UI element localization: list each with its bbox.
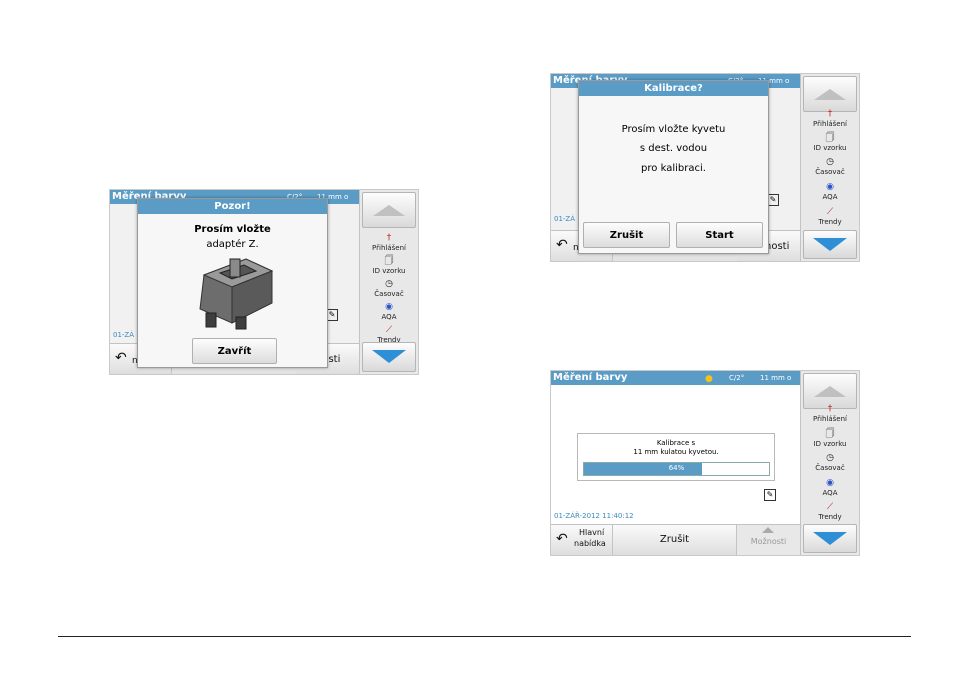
person-icon: † (827, 404, 833, 414)
page-footer-rule (58, 636, 911, 637)
sidebar-label: AQA (822, 193, 838, 201)
progress-bar: 64% (583, 462, 770, 476)
undo-arrow-icon: ↶ (115, 350, 127, 366)
calibration-dialog: Kalibrace? Prosím vložte kyvetu s dest. … (578, 80, 769, 254)
screen-adapter-prompt: Měření barvy C/2° 11 mm o 01-ZÁ ✎ ↶ n no… (109, 189, 419, 375)
close-button[interactable]: Zavřít (192, 338, 277, 364)
up-arrow-icon (814, 89, 846, 100)
sidebar-label: ID vzorku (813, 440, 847, 448)
sidebar-label: Přihlášení (813, 415, 847, 423)
sidebar-item-aqa[interactable]: ◉ AQA (803, 180, 857, 205)
dialog-message-line1: Prosím vložte (194, 224, 271, 235)
sidebar: † Přihlášení 🗍 ID vzorku ◷ Časovač ◉ AQA ⟋ Tr… (359, 190, 418, 374)
progress-box: Kalibrace s 11 mm kulatou kyvetou. 64% (577, 433, 775, 481)
cancel-button[interactable]: Zrušit (613, 525, 737, 555)
cancel-label: Zrušit (659, 534, 690, 545)
aqa-icon: ◉ (385, 302, 393, 312)
trend-chart-icon: ⟋ (826, 207, 834, 217)
sidebar-label: ID vzorku (813, 144, 847, 152)
sidebar-label: Časovač (374, 290, 404, 298)
sidebar-label: ID vzorku (372, 267, 406, 275)
sidebar-label: Trendy (818, 513, 842, 521)
trend-chart-icon: ⟋ (826, 502, 834, 512)
sample-icon: 🗍 (825, 429, 835, 439)
sidebar-item-sample-id[interactable]: 🗍 ID vzorku (803, 131, 857, 156)
dialog-title: Pozor! (138, 199, 327, 214)
person-icon: † (827, 109, 833, 119)
main-menu-button[interactable]: ↶ Hlavní nabídka (551, 525, 613, 555)
options-label: Možnosti (750, 537, 787, 546)
sidebar-label: Trendy (818, 218, 842, 226)
up-arrow-icon (373, 205, 405, 216)
sidebar-item-timer[interactable]: ◷ Časovač (803, 451, 857, 476)
aqa-icon: ◉ (826, 182, 834, 192)
sidebar-item-login[interactable]: † Přihlášení (803, 402, 857, 427)
undo-arrow-icon: ↶ (556, 531, 568, 547)
datetime: 01-ZÁ (113, 331, 135, 339)
title-bar: Měření barvy ● C/2° 11 mm o (551, 371, 800, 385)
sidebar-item-aqa[interactable]: ◉ AQA (362, 300, 416, 325)
attention-dialog: Pozor! Prosím vložte adaptér Z. Zavřít (137, 198, 328, 368)
progress-message-line1: Kalibrace s (656, 439, 696, 447)
up-arrow-icon (762, 527, 774, 533)
dialog-message-line2: s dest. vodou (639, 143, 708, 154)
down-arrow-icon (813, 532, 847, 545)
sidebar-item-sample-id[interactable]: 🗍 ID vzorku (803, 427, 857, 452)
dialog-message-line2: adaptér Z. (206, 239, 259, 250)
bottom-bar: ↶ Hlavní nabídka Zrušit Možnosti (551, 524, 800, 555)
title: Měření barvy (553, 372, 628, 383)
sidebar-label: Přihlášení (813, 120, 847, 128)
options-button[interactable]: Možnosti (737, 525, 800, 555)
undo-arrow-icon: ↶ (556, 237, 568, 253)
scroll-down-button[interactable] (803, 230, 857, 259)
sidebar-label: AQA (381, 313, 397, 321)
sidebar-label: AQA (822, 489, 838, 497)
sidebar-item-login[interactable]: † Přihlášení (362, 231, 416, 256)
screen-calibration-progress: Měření barvy ● C/2° 11 mm o Kalibrace s … (550, 370, 860, 556)
main-menu-label-line2: nabídka (574, 539, 606, 548)
dialog-message-line1: Prosím vložte kyvetu (621, 124, 726, 135)
temperature-label: C/2° (729, 374, 745, 382)
aqa-icon: ◉ (826, 478, 834, 488)
dialog-message-line3: pro kalibraci. (641, 163, 706, 174)
trend-chart-icon: ⟋ (385, 325, 393, 335)
timer-icon: ◷ (826, 157, 834, 167)
scroll-down-button[interactable] (803, 524, 857, 553)
cancel-button[interactable]: Zrušit (583, 222, 670, 248)
sidebar-label: Časovač (815, 168, 845, 176)
edit-icon[interactable]: ✎ (764, 489, 776, 501)
adapter-z-image (199, 258, 274, 330)
sidebar-label: Časovač (815, 464, 845, 472)
main-menu-label-line1: Hlavní (579, 528, 605, 537)
sidebar: † Přihlášení 🗍 ID vzorku ◷ Časovač ◉ AQA ⟋ Tr… (800, 371, 859, 555)
up-arrow-icon (814, 386, 846, 397)
sidebar-item-timer[interactable]: ◷ Časovač (803, 155, 857, 180)
down-arrow-icon (372, 350, 406, 363)
cuvette-label: 11 mm o (760, 374, 792, 382)
timer-icon: ◷ (826, 453, 834, 463)
dialog-title: Kalibrace? (579, 81, 768, 96)
sidebar-item-login[interactable]: † Přihlášení (803, 107, 857, 132)
sample-icon: 🗍 (384, 256, 394, 266)
datetime: 01-ZÁŘ-2012 11:40:12 (554, 512, 634, 520)
lamp-icon: ● (705, 374, 713, 384)
sidebar: † Přihlášení 🗍 ID vzorku ◷ Časovač ◉ AQA ⟋ Tr… (800, 74, 859, 261)
scroll-up-button[interactable] (362, 192, 416, 228)
sidebar-item-trends[interactable]: ⟋ Trendy (803, 205, 857, 230)
person-icon: † (386, 233, 392, 243)
sample-icon: 🗍 (825, 133, 835, 143)
progress-message-line2: 11 mm kulatou kyvetou. (633, 448, 719, 456)
sidebar-item-sample-id[interactable]: 🗍 ID vzorku (362, 254, 416, 279)
progress-percent: 64% (668, 464, 685, 472)
sidebar-item-aqa[interactable]: ◉ AQA (803, 476, 857, 501)
screen-calibration-prompt: Měření barvy C/2° 11 mm o 01-ZÁ ✎ ↶ n no… (550, 73, 860, 262)
sidebar-item-trends[interactable]: ⟋ Trendy (803, 500, 857, 525)
timer-icon: ◷ (385, 279, 393, 289)
sidebar-item-timer[interactable]: ◷ Časovač (362, 277, 416, 302)
down-arrow-icon (813, 238, 847, 251)
start-button[interactable]: Start (676, 222, 763, 248)
datetime: 01-ZÁ (554, 215, 576, 223)
sidebar-label: Přihlášení (372, 244, 406, 252)
scroll-down-button[interactable] (362, 342, 416, 372)
